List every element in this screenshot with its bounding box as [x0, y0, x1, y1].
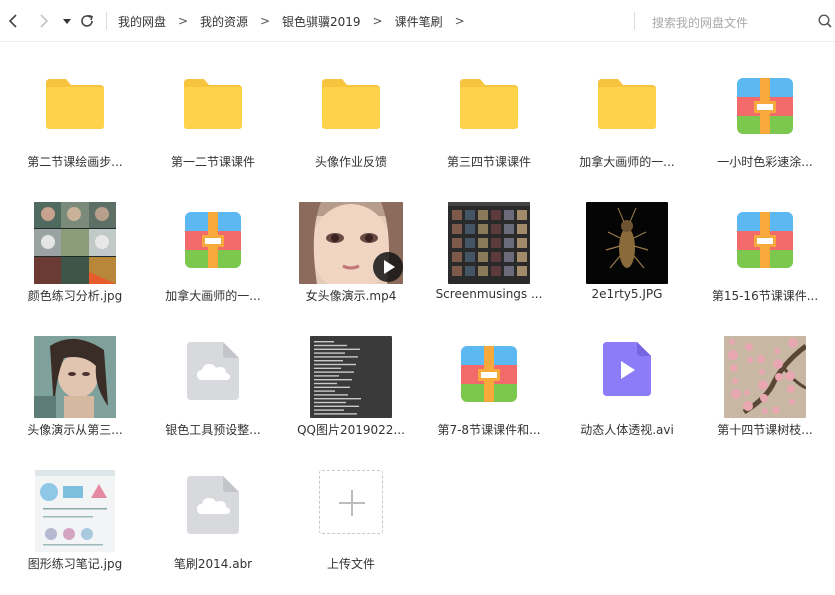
file-name: 笔刷2014.abr	[173, 557, 253, 571]
breadcrumb-separator: >	[260, 14, 271, 28]
folder-item[interactable]: 加拿大画师的一...	[558, 52, 696, 172]
video-file-icon	[601, 340, 653, 398]
folder-icon	[182, 77, 244, 131]
file-item[interactable]: 颜色练习分析.jpg	[6, 186, 144, 306]
folder-icon	[596, 77, 658, 131]
archive-icon	[737, 78, 793, 134]
folder-item[interactable]: 头像作业反馈	[282, 52, 420, 172]
archive-icon	[737, 212, 793, 268]
chevron-left-icon[interactable]	[4, 11, 24, 31]
file-name: Screenmusings ...	[435, 287, 543, 301]
toolbar-divider	[106, 12, 107, 30]
image-thumbnail	[724, 336, 806, 418]
file-name: 一小时色彩速涂...	[717, 155, 813, 169]
image-thumbnail	[35, 470, 115, 552]
file-item[interactable]: 第7-8节课课件和...	[420, 320, 558, 440]
breadcrumb-item-current-folder[interactable]: 课件笔刷	[395, 13, 443, 30]
file-item[interactable]: 第十四节课树枝...	[696, 320, 834, 440]
file-name: 第三四节课课件	[446, 155, 531, 169]
file-item[interactable]: 银色工具预设整...	[144, 320, 282, 440]
file-name: 图形练习笔记.jpg	[27, 557, 123, 571]
file-name: 第十四节课树枝...	[717, 423, 813, 437]
file-name: 第一二节课课件	[170, 155, 255, 169]
folder-item[interactable]: 第三四节课课件	[420, 52, 558, 172]
image-thumbnail	[310, 336, 392, 418]
folder-icon	[320, 77, 382, 131]
file-item[interactable]: 笔刷2014.abr	[144, 454, 282, 574]
file-item[interactable]: 头像演示从第三...	[6, 320, 144, 440]
folder-icon	[458, 77, 520, 131]
file-name: 第15-16节课课件...	[711, 289, 819, 303]
file-name: 第二节课绘画步...	[27, 155, 123, 169]
file-name: QQ图片2019022...	[297, 423, 405, 437]
breadcrumb-item-my-drive[interactable]: 我的网盘	[118, 13, 166, 30]
archive-icon	[461, 346, 517, 402]
file-item[interactable]: 加拿大画师的一...	[144, 186, 282, 306]
file-item[interactable]: 2e1rty5.JPG	[558, 186, 696, 306]
toolbar: 我的网盘 > 我的资源 > 银色骐骥2019 > 课件笔刷 > 搜索我的网盘文件	[0, 0, 835, 42]
image-thumbnail	[586, 202, 668, 284]
cloud-file-icon	[185, 340, 241, 402]
file-item[interactable]: 一小时色彩速涂...	[696, 52, 834, 172]
folder-icon	[44, 77, 106, 131]
file-item[interactable]: 图形练习笔记.jpg	[6, 454, 144, 574]
file-item[interactable]: QQ图片2019022...	[282, 320, 420, 440]
file-name: 上传文件	[326, 557, 375, 571]
file-name: 2e1rty5.JPG	[591, 287, 663, 301]
file-item[interactable]: Screenmusings ...	[420, 186, 558, 306]
file-name: 第7-8节课课件和...	[437, 423, 541, 437]
file-name: 头像演示从第三...	[27, 423, 123, 437]
video-thumbnail	[299, 202, 403, 284]
plus-icon	[319, 470, 383, 534]
breadcrumb-item-course[interactable]: 银色骐骥2019	[282, 13, 361, 30]
file-name: 动态人体透视.avi	[580, 423, 674, 437]
file-name: 女头像演示.mp4	[305, 289, 397, 303]
file-item[interactable]: 女头像演示.mp4	[282, 186, 420, 306]
search-icon[interactable]	[817, 13, 833, 29]
breadcrumb-item-my-resources[interactable]: 我的资源	[200, 13, 248, 30]
image-thumbnail	[34, 336, 116, 418]
upload-file-button[interactable]: 上传文件	[282, 454, 420, 574]
caret-down-icon[interactable]	[57, 11, 77, 31]
breadcrumb-separator: >	[177, 14, 189, 28]
search-input[interactable]: 搜索我的网盘文件	[635, 8, 835, 34]
folder-item[interactable]: 第二节课绘画步...	[6, 52, 144, 172]
cloud-file-icon	[185, 474, 241, 536]
image-thumbnail	[448, 202, 530, 284]
refresh-icon[interactable]	[77, 11, 97, 31]
breadcrumb-separator[interactable]: >	[443, 14, 477, 28]
archive-icon	[185, 212, 241, 268]
breadcrumb: 我的网盘 > 我的资源 > 银色骐骥2019 > 课件笔刷 >	[118, 0, 477, 42]
file-name: 颜色练习分析.jpg	[27, 289, 123, 303]
breadcrumb-separator: >	[372, 14, 383, 28]
folder-item[interactable]: 第一二节课课件	[144, 52, 282, 172]
image-thumbnail	[34, 202, 116, 284]
file-name: 银色工具预设整...	[165, 423, 261, 437]
file-name: 加拿大画师的一...	[579, 155, 675, 169]
file-name: 头像作业反馈	[314, 155, 387, 169]
chevron-right-icon[interactable]	[33, 11, 53, 31]
file-item[interactable]: 第15-16节课课件...	[696, 186, 834, 306]
file-item[interactable]: 动态人体透视.avi	[558, 320, 696, 440]
file-name: 加拿大画师的一...	[165, 289, 261, 303]
search-placeholder: 搜索我的网盘文件	[652, 16, 749, 30]
